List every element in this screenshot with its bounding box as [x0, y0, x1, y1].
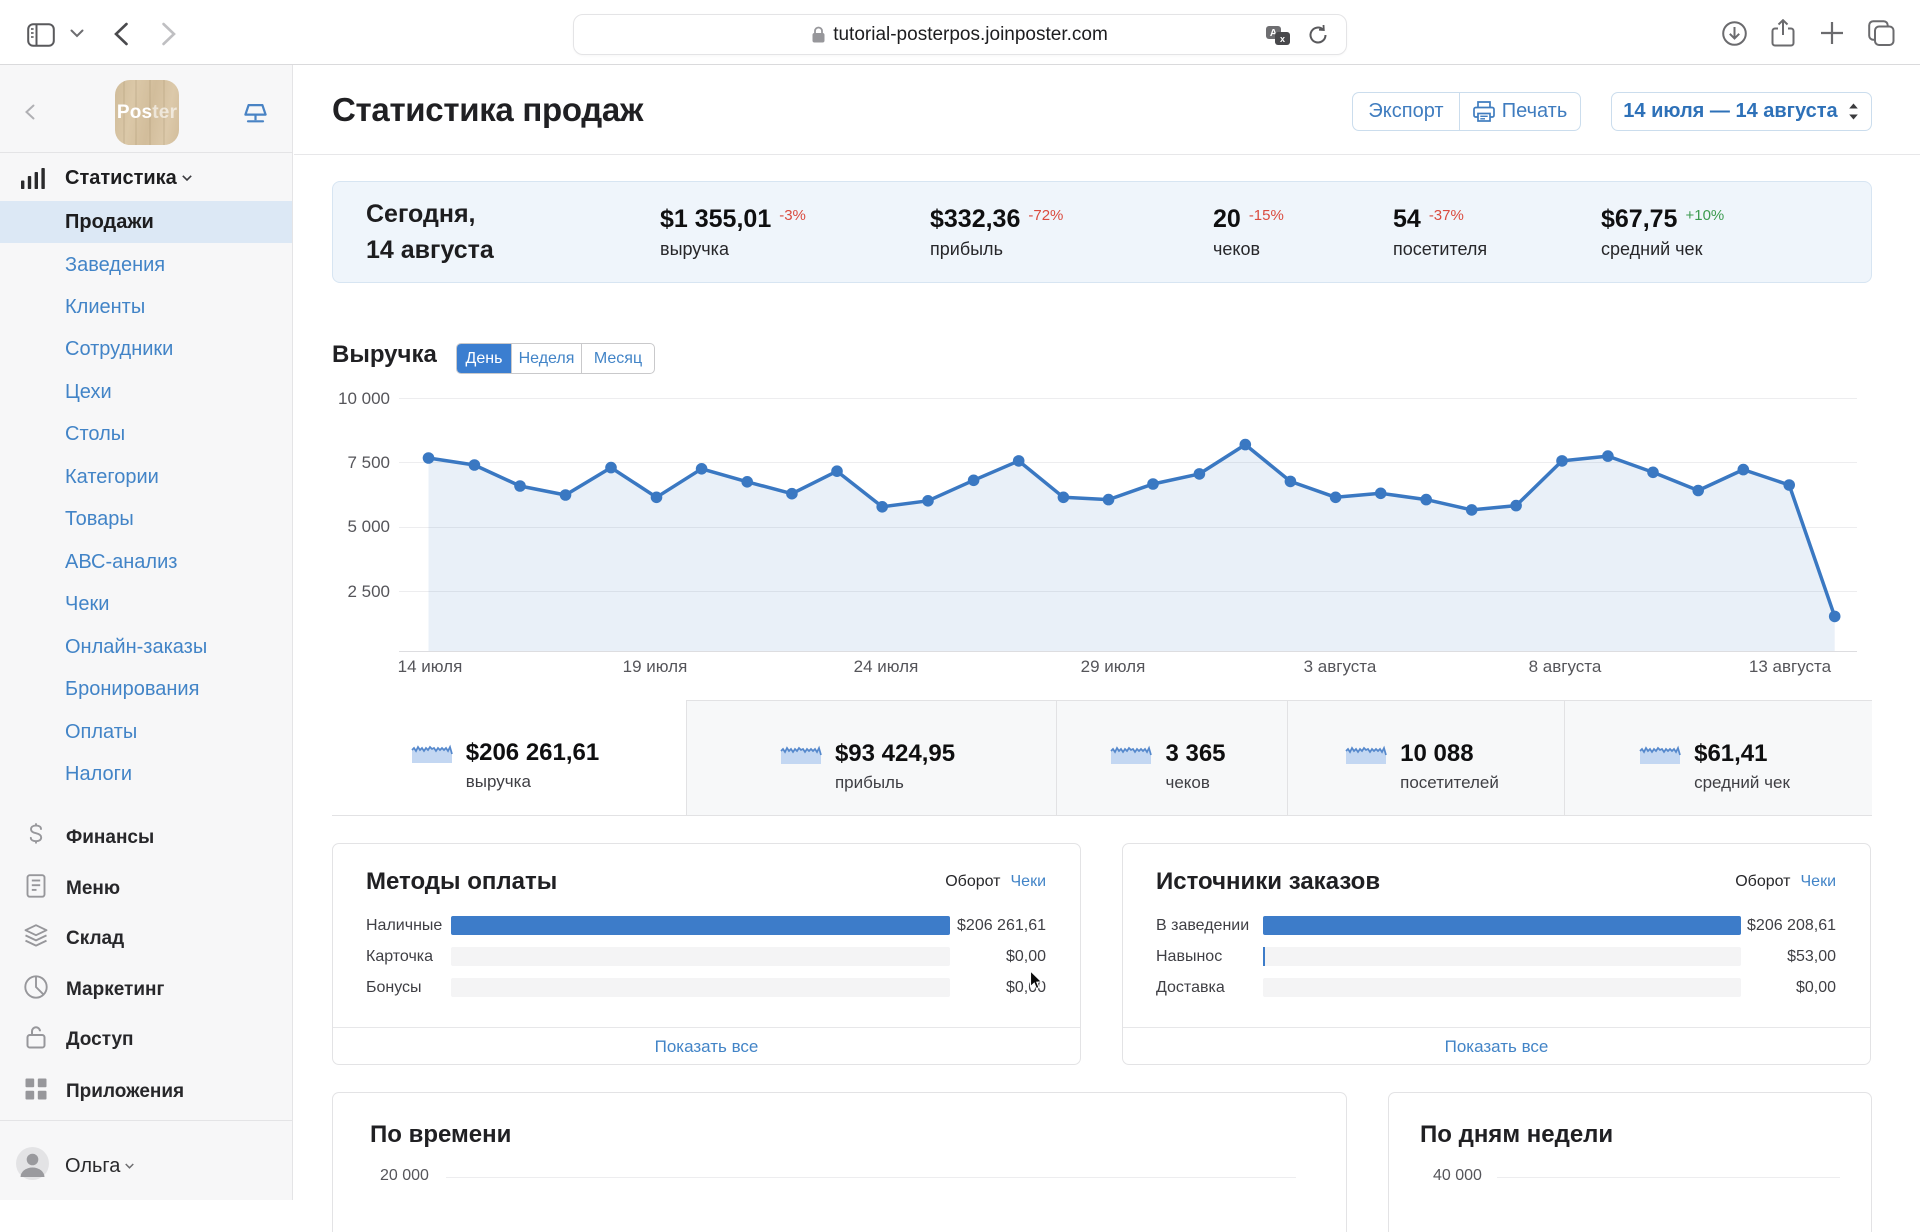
svg-text:x: x [1280, 34, 1285, 44]
